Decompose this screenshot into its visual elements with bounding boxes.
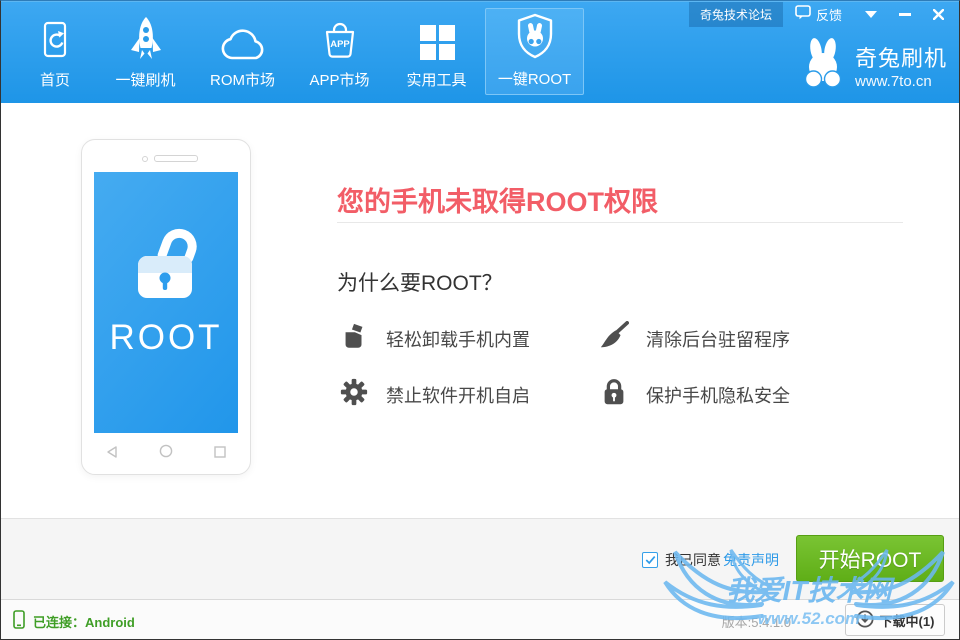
phone-nav-buttons (106, 444, 226, 463)
phone-screen-root-label: ROOT (94, 318, 238, 358)
header: 首页 一键刷机 (1, 1, 959, 103)
phone-speaker (154, 155, 198, 162)
speech-bubble-icon (795, 5, 811, 23)
version-text: 版本:5.4.1.0 (722, 612, 791, 631)
disclaimer-link[interactable]: 免责声明 (723, 550, 779, 570)
window-controls: 奇兔技术论坛 反馈 (689, 1, 955, 27)
nav-home-label: 首页 (40, 69, 70, 90)
start-root-button[interactable]: 开始ROOT (796, 535, 944, 582)
nav-root-label: 一键ROOT (498, 68, 571, 89)
rabbit-logo-icon (799, 37, 847, 94)
nav-flash-label: 一键刷机 (115, 69, 175, 90)
app-bag-icon-text: APP (330, 39, 350, 50)
nav-app-market[interactable]: APP APP市场 (291, 1, 388, 103)
home-phone-refresh-icon (37, 11, 73, 61)
why-root-heading: 为什么要ROOT？ (337, 267, 503, 297)
tools-grid-icon (418, 11, 456, 61)
feedback-label: 反馈 (816, 5, 842, 24)
feedback-button[interactable]: 反馈 (783, 5, 854, 24)
uninstall-icon (339, 321, 369, 356)
nav-root[interactable]: 一键ROOT (485, 8, 584, 95)
unlocked-padlock-icon (118, 210, 214, 315)
download-manager-button[interactable]: 下载中(1) (845, 604, 945, 636)
brand-url: www.7to.cn (855, 73, 947, 90)
feature-autostart-label: 禁止软件开机自启 (386, 382, 530, 408)
status-bar: 已连接：Android 版本:5.4.1.0 下载中(1) (1, 599, 959, 639)
nav-rom-market[interactable]: ROM市场 (194, 1, 291, 103)
app-bag-icon: APP (319, 11, 361, 61)
feature-privacy: 保护手机隐私安全 (599, 377, 790, 412)
cloud-icon (218, 11, 268, 61)
brand-name: 奇兔刷机 (855, 41, 947, 73)
nav-tools[interactable]: 实用工具 (388, 1, 485, 103)
android-home-icon (159, 444, 173, 463)
forum-link[interactable]: 奇兔技术论坛 (689, 2, 783, 27)
android-recents-icon (214, 445, 226, 463)
feature-uninstall: 轻松卸载手机内置 (339, 321, 530, 356)
nav-tools-label: 实用工具 (406, 69, 466, 90)
main-nav: 首页 一键刷机 (13, 1, 584, 103)
connection-text: 已连接：Android (33, 612, 135, 631)
feature-clean: 清除后台驻留程序 (599, 321, 790, 356)
app-window: 首页 一键刷机 (0, 0, 960, 640)
phone-screen: ROOT (94, 172, 238, 433)
download-label: 下载中(1) (880, 611, 935, 630)
gear-icon (339, 377, 369, 412)
action-bar: 我已同意 免责声明 开始ROOT (1, 518, 959, 599)
phone-camera-dot (142, 156, 148, 162)
connected-phone-icon (13, 610, 25, 632)
feature-privacy-label: 保护手机隐私安全 (646, 382, 790, 408)
nav-flash[interactable]: 一键刷机 (97, 1, 194, 103)
page-title: 您的手机未取得ROOT权限 (337, 180, 658, 219)
rocket-icon (125, 11, 167, 61)
feature-autostart: 禁止软件开机自启 (339, 377, 530, 412)
nav-rom-label: ROM市场 (210, 69, 275, 90)
feature-clean-label: 清除后台驻留程序 (646, 326, 790, 352)
title-divider (337, 222, 903, 223)
feature-uninstall-label: 轻松卸载手机内置 (386, 326, 530, 352)
nav-app-label: APP市场 (309, 69, 369, 90)
nav-home[interactable]: 首页 (13, 1, 97, 103)
android-back-icon (106, 445, 117, 463)
brand-logo: 奇兔刷机 www.7to.cn (799, 37, 947, 94)
brush-icon (599, 321, 629, 356)
close-button[interactable] (922, 9, 955, 20)
shield-rabbit-icon (513, 10, 557, 60)
agree-label: 我已同意 (665, 550, 721, 570)
download-icon (856, 610, 874, 631)
lock-icon (599, 377, 629, 412)
agree-checkbox[interactable] (642, 552, 658, 568)
dropdown-caret-button[interactable] (854, 11, 888, 18)
minimize-button[interactable] (888, 13, 922, 16)
connection-status: 已连接：Android (13, 610, 135, 632)
agree-group: 我已同意 免责声明 (642, 550, 779, 570)
phone-illustration: ROOT (81, 139, 251, 475)
